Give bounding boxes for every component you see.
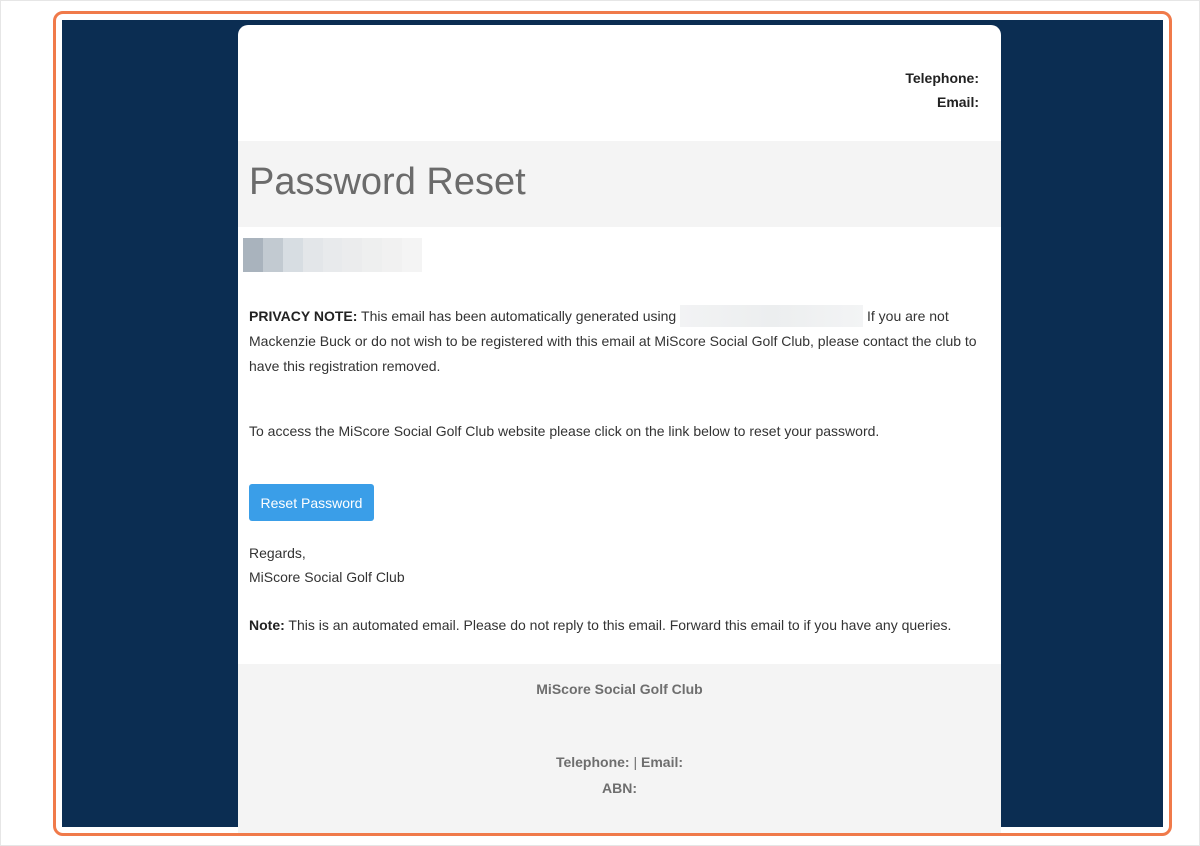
access-instructions: To access the MiScore Social Golf Club w…: [249, 423, 880, 439]
footer-separator: |: [633, 754, 638, 770]
reset-password-button[interactable]: Reset Password: [249, 484, 374, 521]
privacy-note-text-before: This email has been automatically genera…: [361, 308, 677, 324]
note-text: This is an automated email. Please do no…: [288, 617, 952, 633]
header-telephone-label: Telephone:: [905, 70, 979, 86]
automated-note: Note: This is an automated email. Please…: [249, 613, 984, 638]
footer-club-name: MiScore Social Golf Club: [536, 681, 703, 697]
privacy-note: PRIVACY NOTE: This email has been automa…: [249, 304, 984, 379]
footer-email-label: Email:: [641, 754, 684, 770]
title-band: Password Reset: [238, 141, 1001, 227]
email-card: Telephone: Email: Password Reset PRIVACY…: [238, 25, 1001, 833]
email-footer: MiScore Social Golf Club Telephone: | Em…: [238, 664, 1001, 833]
header-email-label: Email:: [936, 94, 979, 110]
footer-telephone-label: Telephone:: [555, 754, 630, 770]
footer-abn-label: ABN:: [602, 780, 637, 796]
page-title: Password Reset: [249, 161, 526, 203]
email-background: Telephone: Email: Password Reset PRIVACY…: [62, 20, 1163, 833]
note-label: Note:: [249, 617, 285, 633]
signature-club-name: MiScore Social Golf Club: [249, 569, 405, 585]
highlight-frame: Telephone: Email: Password Reset PRIVACY…: [53, 11, 1172, 836]
redacted-recipient-name: [243, 238, 423, 272]
regards-line: Regards,: [249, 545, 306, 561]
redacted-email-address: [680, 305, 864, 327]
footer-contact-line: Telephone: | Email:: [238, 754, 1001, 770]
regards-block: Regards, MiScore Social Golf Club: [249, 541, 984, 589]
header-contact: Telephone: Email:: [905, 66, 979, 114]
privacy-note-label: PRIVACY NOTE:: [249, 308, 358, 324]
